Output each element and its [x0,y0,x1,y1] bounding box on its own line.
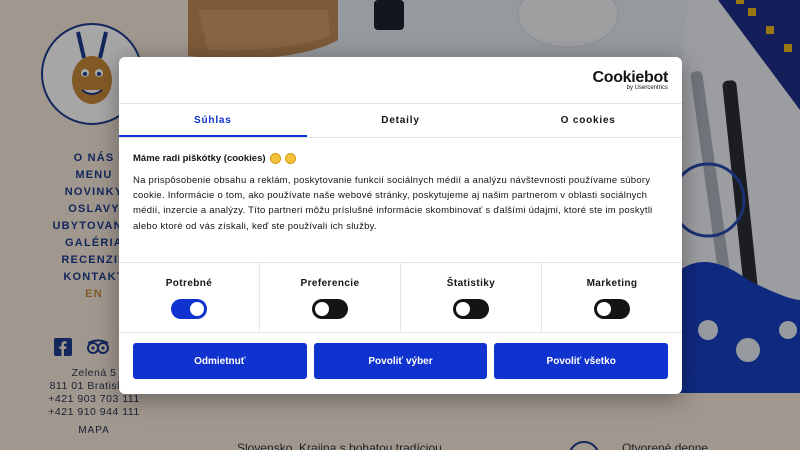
category-preferences: Preferencie [260,263,401,332]
tab-detaily[interactable]: Detaily [307,104,495,137]
cookie-emoji-icon [269,153,281,164]
heading-text: Máme radi piškótky (cookies) [133,153,266,164]
necessary-toggle[interactable] [171,299,207,319]
smile-emoji-icon [284,153,296,164]
category-label: Preferencie [300,278,360,289]
deny-button[interactable]: Odmietnuť [133,343,307,379]
consent-heading: Máme radi piškótky (cookies) [133,153,296,164]
tab-suhlas[interactable]: Súhlas [119,104,307,137]
category-label: Potrebné [165,278,213,289]
tab-o-cookies[interactable]: O cookies [494,104,682,137]
toggle-knob [315,302,329,316]
allow-all-button[interactable]: Povoliť všetko [494,343,669,379]
consent-tabs: Súhlas Detaily O cookies [119,103,682,138]
category-label: Marketing [586,278,638,289]
toggle-knob [597,302,611,316]
category-necessary: Potrebné [119,263,260,332]
allow-selection-button[interactable]: Povoliť výber [313,343,488,379]
marketing-toggle[interactable] [594,299,630,319]
consent-buttons: Odmietnuť Povoliť výber Povoliť všetko [133,343,669,379]
toggle-knob [456,302,470,316]
category-statistics: Štatistiky [401,263,542,332]
cookiebot-logo: Cookiebot by Usercentrics [592,69,668,91]
statistics-toggle[interactable] [453,299,489,319]
consent-categories: Potrebné Preferencie Štatistiky Marketin… [119,262,682,333]
preferences-toggle[interactable] [312,299,348,319]
consent-description: Na prispôsobenie obsahu a reklám, poskyt… [133,175,653,232]
category-marketing: Marketing [542,263,682,332]
toggle-knob [190,302,204,316]
category-label: Štatistiky [446,278,496,289]
cookie-consent-dialog: Cookiebot by Usercentrics Súhlas Detaily… [119,57,682,394]
